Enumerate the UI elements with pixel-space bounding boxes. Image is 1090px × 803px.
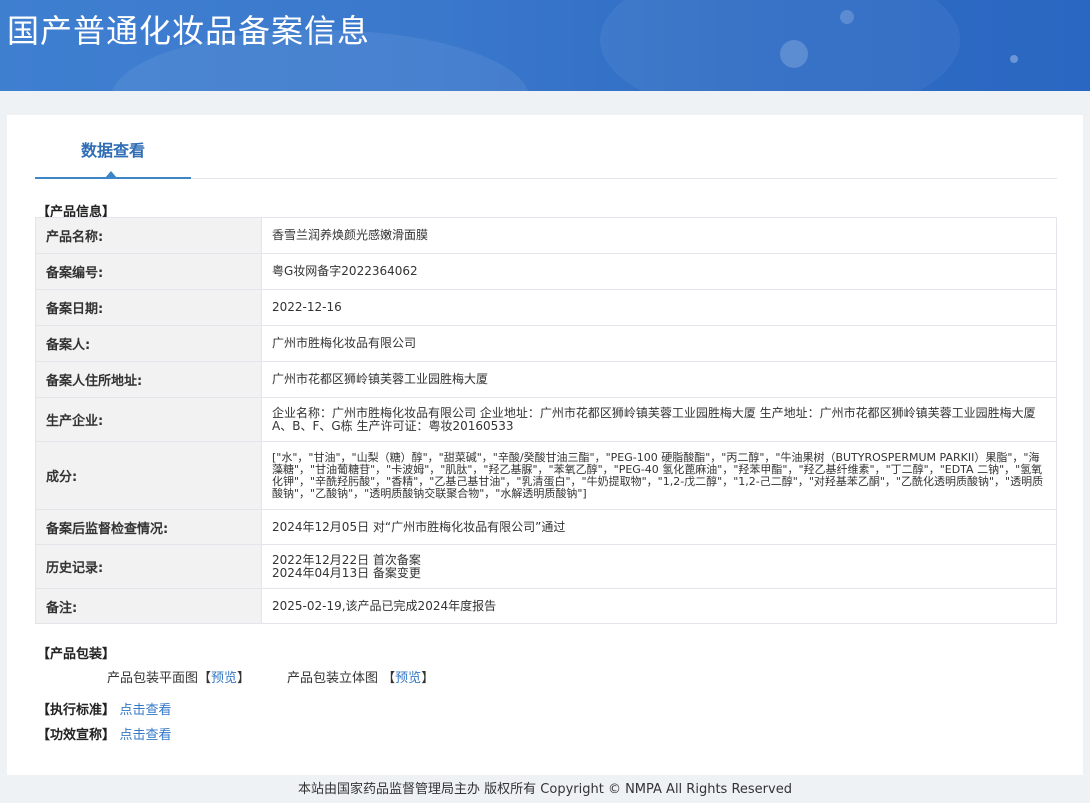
row-key: 成分: xyxy=(35,441,262,510)
tab-data-view[interactable]: 数据查看 xyxy=(35,115,191,179)
table-row: 备案编号: 粤G妆网备字2022364062 xyxy=(35,253,1057,290)
row-key: 备案编号: xyxy=(35,253,262,290)
header-banner: 国产普通化妆品备案信息 xyxy=(0,0,1090,91)
table-row: 产品名称: 香雪兰润养焕颜光感嫩滑面膜 xyxy=(35,217,1057,254)
tab-label: 数据查看 xyxy=(80,141,145,160)
page-title: 国产普通化妆品备案信息 xyxy=(7,12,371,50)
package-solid-label: 产品包装立体图 xyxy=(287,671,379,686)
history-entry: 2024年04月13日 备案变更 xyxy=(272,565,421,580)
table-row: 成分: ["水"，"甘油"，"山梨（糖）醇"，"甜菜碱"，"辛酸/癸酸甘油三酯"… xyxy=(35,441,1057,510)
preview-flat-link[interactable]: 预览 xyxy=(211,671,237,686)
history-entry: 2022年12月22日 首次备案 xyxy=(272,552,421,567)
product-info-table: 产品名称: 香雪兰润养焕颜光感嫩滑面膜 备案编号: 粤G妆网备字20223640… xyxy=(35,217,1057,624)
banner-decoration xyxy=(600,0,960,91)
packaging-section-label: 【产品包装】 xyxy=(37,647,116,662)
tab-active-caret xyxy=(105,171,117,178)
row-value: 2025-02-19,该产品已完成2024年度报告 xyxy=(261,588,1057,624)
bracket: 】 xyxy=(421,671,435,686)
package-flat-view: 产品包装平面图【预览】 xyxy=(107,667,250,686)
standard-label: 【执行标准】 xyxy=(37,703,116,718)
table-row: 备案人住所地址: 广州市花都区狮岭镇芙蓉工业园胜梅大厦 xyxy=(35,361,1057,398)
table-row: 生产企业: 企业名称：广州市胜梅化妆品有限公司 企业地址：广州市花都区狮岭镇芙蓉… xyxy=(35,397,1057,442)
preview-solid-link[interactable]: 预览 xyxy=(395,671,421,686)
row-key: 备案人住所地址: xyxy=(35,361,262,398)
row-value: 企业名称：广州市胜梅化妆品有限公司 企业地址：广州市花都区狮岭镇芙蓉工业园胜梅大… xyxy=(261,397,1057,442)
row-key: 备案日期: xyxy=(35,289,262,326)
row-key: 产品名称: xyxy=(35,217,262,254)
standard-view-link[interactable]: 点击查看 xyxy=(120,703,172,718)
package-flat-label: 产品包装平面图 xyxy=(107,671,199,686)
row-value: ["水"，"甘油"，"山梨（糖）醇"，"甜菜碱"，"辛酸/癸酸甘油三酯"，"PE… xyxy=(261,441,1057,510)
banner-decoration xyxy=(840,10,854,24)
package-solid-view: 产品包装立体图 【预览】 xyxy=(287,667,434,686)
footer: 本站由国家药品监督管理局主办 版权所有 Copyright © NMPA All… xyxy=(298,782,792,797)
row-value: 香雪兰润养焕颜光感嫩滑面膜 xyxy=(261,217,1057,254)
row-value: 粤G妆网备字2022364062 xyxy=(261,253,1057,290)
row-key: 备案人: xyxy=(35,325,262,362)
row-value: 2022-12-16 xyxy=(261,289,1057,326)
table-row: 备案后监督检查情况: 2024年12月05日 对“广州市胜梅化妆品有限公司”通过 xyxy=(35,509,1057,545)
bracket: 】 xyxy=(237,671,251,686)
table-row: 历史记录: 2022年12月22日 首次备案 2024年04月13日 备案变更 xyxy=(35,544,1057,589)
table-row: 备注: 2025-02-19,该产品已完成2024年度报告 xyxy=(35,588,1057,624)
efficacy-row: 【功效宣称】 点击查看 xyxy=(37,724,172,743)
banner-decoration xyxy=(780,40,808,68)
bracket: 【 xyxy=(382,671,396,686)
row-key: 备案后监督检查情况: xyxy=(35,509,262,545)
table-row: 备案人: 广州市胜梅化妆品有限公司 xyxy=(35,325,1057,362)
row-key: 备注: xyxy=(35,588,262,624)
row-value: 2024年12月05日 对“广州市胜梅化妆品有限公司”通过 xyxy=(261,509,1057,545)
efficacy-label: 【功效宣称】 xyxy=(37,728,116,743)
row-key: 历史记录: xyxy=(35,544,262,589)
row-key: 生产企业: xyxy=(35,397,262,442)
row-value: 2022年12月22日 首次备案 2024年04月13日 备案变更 xyxy=(261,544,1057,589)
bracket: 【 xyxy=(198,671,212,686)
standard-row: 【执行标准】 点击查看 xyxy=(37,699,172,718)
efficacy-view-link[interactable]: 点击查看 xyxy=(120,728,172,743)
content-card: 数据查看 【产品信息】 产品名称: 香雪兰润养焕颜光感嫩滑面膜 备案编号: 粤G… xyxy=(7,115,1083,775)
banner-decoration xyxy=(1010,55,1018,63)
row-value: 广州市胜梅化妆品有限公司 xyxy=(261,325,1057,362)
table-row: 备案日期: 2022-12-16 xyxy=(35,289,1057,326)
tab-bar: 数据查看 xyxy=(35,115,1057,179)
row-value: 广州市花都区狮岭镇芙蓉工业园胜梅大厦 xyxy=(261,361,1057,398)
